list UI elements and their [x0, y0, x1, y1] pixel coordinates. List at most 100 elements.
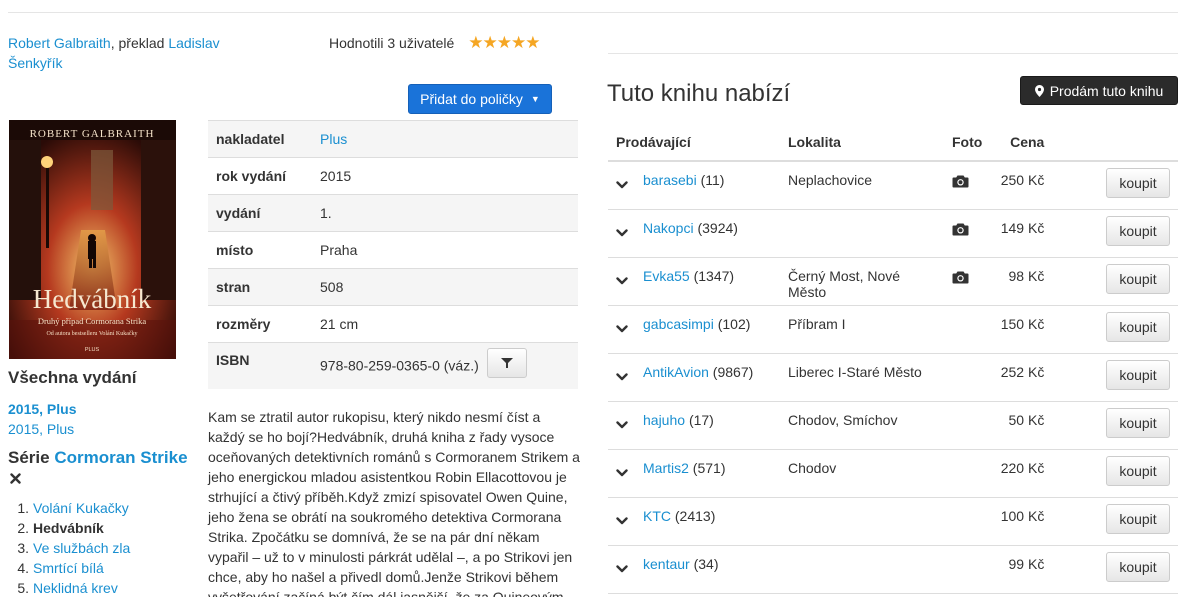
seller-link[interactable]: AntikAvion — [643, 364, 709, 380]
seller-rating-count: (2413) — [674, 507, 716, 524]
sell-book-button[interactable]: Prodám tuto knihu — [1020, 76, 1178, 105]
star-icon: ★ — [468, 33, 483, 52]
seller-link[interactable]: KTC — [643, 508, 671, 524]
edition-link[interactable]: 2015, Plus — [8, 401, 77, 417]
offer-row: gabcasimpi (102) Příbram I 150 Kč koupit — [608, 305, 1178, 354]
offer-seller-cell: kentaur (34) — [636, 545, 780, 594]
offer-row: Martis2 (571) Chodov 220 Kč koupit — [608, 449, 1178, 498]
offer-seller-cell: Martis2 (571) — [636, 449, 780, 498]
offer-price: 220 Kč — [990, 449, 1053, 498]
chevron-down-icon — [616, 420, 628, 428]
series-book-link[interactable]: Smrtící bílá — [33, 560, 104, 576]
offer-photo-cell — [944, 305, 991, 354]
series-book-link[interactable]: Volání Kukačky — [33, 500, 129, 516]
offer-price: 50 Kč — [990, 401, 1053, 450]
buy-button[interactable]: koupit — [1106, 215, 1170, 246]
seller-link[interactable]: barasebi — [643, 172, 697, 188]
detail-key: vydání — [216, 205, 261, 221]
detail-key: ISBN — [216, 352, 250, 368]
translation-prefix: , překlad — [110, 35, 169, 51]
series-item: 3. Ve službách zla — [8, 538, 130, 558]
offer-expand[interactable] — [608, 209, 636, 258]
camera-icon[interactable] — [952, 222, 969, 236]
detail-row: vydání 1. — [208, 194, 578, 232]
detail-key: rozměry — [216, 316, 271, 332]
offer-expand[interactable] — [608, 161, 636, 210]
cover-author: ROBERT GALBRAITH — [30, 128, 155, 140]
camera-icon[interactable] — [952, 174, 969, 188]
seller-link[interactable]: Martis2 — [643, 460, 689, 476]
buy-button[interactable]: koupit — [1106, 359, 1170, 390]
offer-seller-cell: Nakopci (3924) — [636, 209, 780, 258]
offer-row: kentaur (34) 99 Kč koupit — [608, 545, 1178, 594]
detail-row: nakladatel Plus — [208, 120, 578, 158]
detail-row: rok vydání 2015 — [208, 157, 578, 195]
seller-link[interactable]: kentaur — [643, 556, 690, 572]
offer-price: 250 Kč — [990, 161, 1053, 210]
book-details-table: nakladatel Plus rok vydání 2015 vydání 1… — [208, 120, 578, 389]
offer-photo-cell — [944, 257, 991, 306]
cover-publisher: PLUS — [85, 347, 100, 353]
offer-expand[interactable] — [608, 353, 636, 402]
offer-location — [780, 497, 944, 546]
header-price: Cena — [990, 124, 1053, 162]
buy-button[interactable]: koupit — [1106, 168, 1170, 198]
offer-seller-cell: KTC (2413) — [636, 497, 780, 546]
publisher-link[interactable]: Plus — [320, 131, 347, 147]
series-number: 5. — [17, 580, 29, 596]
seller-rating-count: (1347) — [693, 267, 735, 284]
seller-link[interactable]: Nakopci — [643, 220, 694, 236]
detail-row: rozměry 21 cm — [208, 305, 578, 343]
offer-expand[interactable] — [608, 449, 636, 498]
seller-link[interactable]: hajuho — [643, 412, 685, 428]
offer-expand[interactable] — [608, 305, 636, 354]
seller-rating-count: (3924) — [697, 219, 738, 236]
edition-link[interactable]: 2015, Plus — [8, 421, 74, 437]
seller-rating-count: (11) — [700, 172, 725, 188]
offer-photo-cell — [944, 449, 991, 498]
detail-row: stran 508 — [208, 268, 578, 306]
buy-button[interactable]: koupit — [1106, 503, 1170, 534]
series-current-book: Hedvábník — [33, 520, 104, 536]
isbn-filter-button[interactable] — [486, 348, 527, 378]
detail-value: 2015 — [320, 168, 352, 184]
offer-expand[interactable] — [608, 257, 636, 306]
offers-table: Prodávající Lokalita Foto Cena barasebi … — [608, 124, 1178, 594]
detail-value: 508 — [320, 279, 344, 295]
book-cover[interactable]: ROBERT GALBRAITH Hedvábník Druhý případ … — [9, 120, 176, 359]
offer-photo-cell — [944, 497, 991, 546]
buy-button[interactable]: koupit — [1106, 551, 1170, 582]
buy-button[interactable]: koupit — [1106, 407, 1170, 438]
offer-expand[interactable] — [608, 497, 636, 546]
add-to-shelf-button[interactable]: Přidat do poličky ▼ — [408, 84, 552, 114]
series-link[interactable]: Cormoran Strike — [54, 448, 187, 467]
detail-key: místo — [216, 242, 254, 258]
seller-link[interactable]: Evka55 — [643, 268, 690, 284]
offer-price: 252 Kč — [990, 353, 1053, 402]
header-location: Lokalita — [780, 124, 944, 162]
offer-buy-cell: koupit — [1052, 161, 1178, 210]
buy-button[interactable]: koupit — [1106, 263, 1170, 294]
series-book-link[interactable]: Ve službách zla — [33, 540, 130, 556]
camera-icon[interactable] — [952, 270, 969, 284]
seller-link[interactable]: gabcasimpi — [643, 316, 714, 332]
detail-row: ISBN 978-80-259-0365-0 (váz.) — [208, 342, 578, 389]
offer-expand[interactable] — [608, 401, 636, 450]
book-description: Kam se ztratil autor rukopisu, který nik… — [208, 409, 580, 597]
offer-expand[interactable] — [608, 545, 636, 594]
seller-rating-count: (9867) — [712, 363, 754, 380]
series-prefix: Série — [8, 448, 50, 467]
series-number: 3. — [17, 540, 29, 556]
buy-button[interactable]: koupit — [1106, 311, 1170, 342]
offer-row: Nakopci (3924) 149 Kč koupit — [608, 209, 1178, 258]
close-icon[interactable] — [10, 473, 21, 484]
offer-location: Černý Most, Nové Město — [780, 257, 944, 306]
offer-seller-cell: Evka55 (1347) — [636, 257, 780, 306]
offer-row: AntikAvion (9867) Liberec I-Staré Město … — [608, 353, 1178, 402]
buy-button[interactable]: koupit — [1106, 455, 1170, 486]
series-number: 4. — [17, 560, 29, 576]
series-book-link[interactable]: Neklidná krev — [33, 580, 118, 596]
offer-location — [780, 545, 944, 594]
author-link[interactable]: Robert Galbraith — [8, 35, 111, 51]
offers-divider — [608, 53, 1178, 54]
